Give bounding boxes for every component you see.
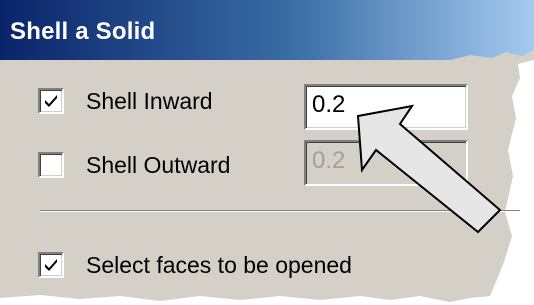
shell-outward-checkbox[interactable]	[38, 152, 64, 178]
select-faces-checkbox[interactable]	[38, 252, 64, 278]
check-mark-icon	[45, 95, 57, 107]
group-separator	[40, 210, 520, 212]
select-faces-label[interactable]: Select faces to be opened	[86, 252, 352, 279]
shell-inward-label[interactable]: Shell Inward	[86, 88, 213, 115]
check-mark-icon	[45, 259, 57, 271]
shell-inward-thickness-input[interactable]: 0.2	[304, 84, 468, 130]
shell-outward-label[interactable]: Shell Outward	[86, 152, 230, 179]
shell-outward-thickness-input: 0.2	[304, 140, 468, 186]
shell-inward-checkbox[interactable]	[38, 88, 64, 114]
title-bar: Shell a Solid	[0, 0, 534, 62]
dialog-title: Shell a Solid	[10, 18, 156, 45]
screenshot-stage: Shell a Solid Shell Inward 0.2 Shell Out…	[0, 0, 534, 305]
